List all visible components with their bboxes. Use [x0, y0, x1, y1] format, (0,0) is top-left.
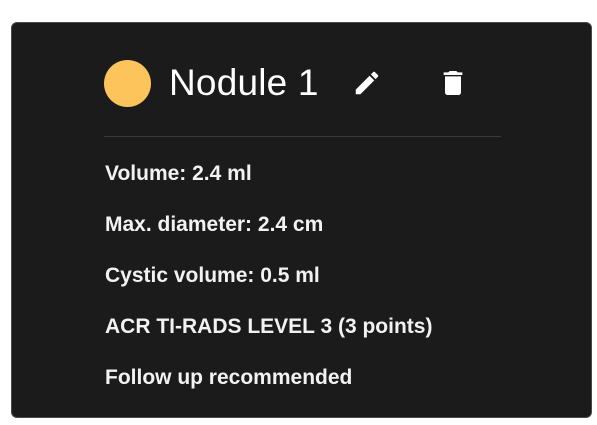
recommendation-text: Follow up recommended	[105, 366, 353, 389]
nodule-header: Nodule 1	[104, 59, 471, 107]
trash-icon	[443, 71, 463, 95]
nodule-title: Nodule 1	[169, 62, 319, 103]
pencil-icon	[355, 71, 378, 95]
nodule-card: Nodule 1 Volume: 2.4 ml Max. diameter: 2…	[11, 22, 592, 418]
tirads-level-text: ACR TI-RADS LEVEL 3 (3 points)	[105, 315, 433, 338]
header-divider	[104, 136, 501, 137]
nodule-details-list: Volume: 2.4 ml Max. diameter: 2.4 cm Cys…	[105, 154, 432, 409]
cystic-volume-text: Cystic volume: 0.5 ml	[105, 264, 320, 287]
max-diameter-text: Max. diameter: 2.4 cm	[105, 213, 324, 236]
nodule-color-indicator	[104, 59, 151, 107]
edit-button[interactable]	[349, 65, 385, 101]
volume-text: Volume: 2.4 ml	[105, 162, 252, 185]
delete-button[interactable]	[435, 65, 471, 101]
